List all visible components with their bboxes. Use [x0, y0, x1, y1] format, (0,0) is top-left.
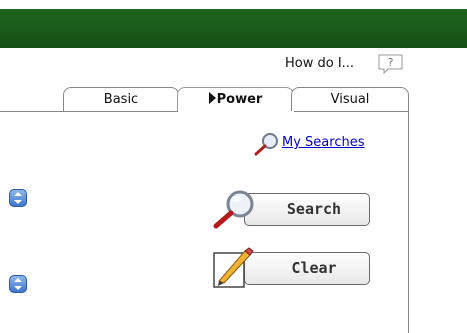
clear-pencil-icon[interactable] [213, 245, 257, 289]
tab-power[interactable]: Power [177, 87, 294, 111]
tab-basic-label: Basic [103, 92, 139, 107]
search-magnifier-icon[interactable] [210, 189, 258, 229]
tab-power-label: Power [216, 92, 263, 107]
spinner-down-icon [14, 200, 22, 204]
tab-visual[interactable]: Visual [291, 87, 409, 111]
clear-button-label: Clear [291, 259, 337, 277]
panel-right-border [408, 111, 409, 333]
tab-basic[interactable]: Basic [63, 87, 179, 111]
search-button-label: Search [286, 200, 342, 218]
help-question-icon[interactable]: ? [378, 54, 403, 74]
select-spinner-1[interactable] [9, 189, 27, 207]
search-button[interactable]: Search [244, 193, 370, 226]
svg-text:?: ? [388, 56, 394, 69]
active-tab-arrow-icon [208, 92, 216, 104]
select-spinner-2[interactable] [9, 275, 27, 293]
panel-top-border-right [294, 111, 409, 112]
clear-button[interactable]: Clear [244, 252, 370, 285]
power-search-page: How do I... ? Basic Power Visual My Sear… [0, 0, 467, 333]
top-banner [0, 9, 467, 48]
magnifier-icon [254, 133, 278, 156]
tab-visual-label: Visual [330, 92, 370, 107]
spinner-down-icon [14, 286, 22, 290]
spinner-up-icon [14, 278, 22, 282]
spinner-up-icon [14, 192, 22, 196]
my-searches-label[interactable]: My Searches [282, 135, 364, 150]
help-link[interactable]: How do I... [285, 56, 354, 71]
panel-top-border [0, 111, 178, 112]
